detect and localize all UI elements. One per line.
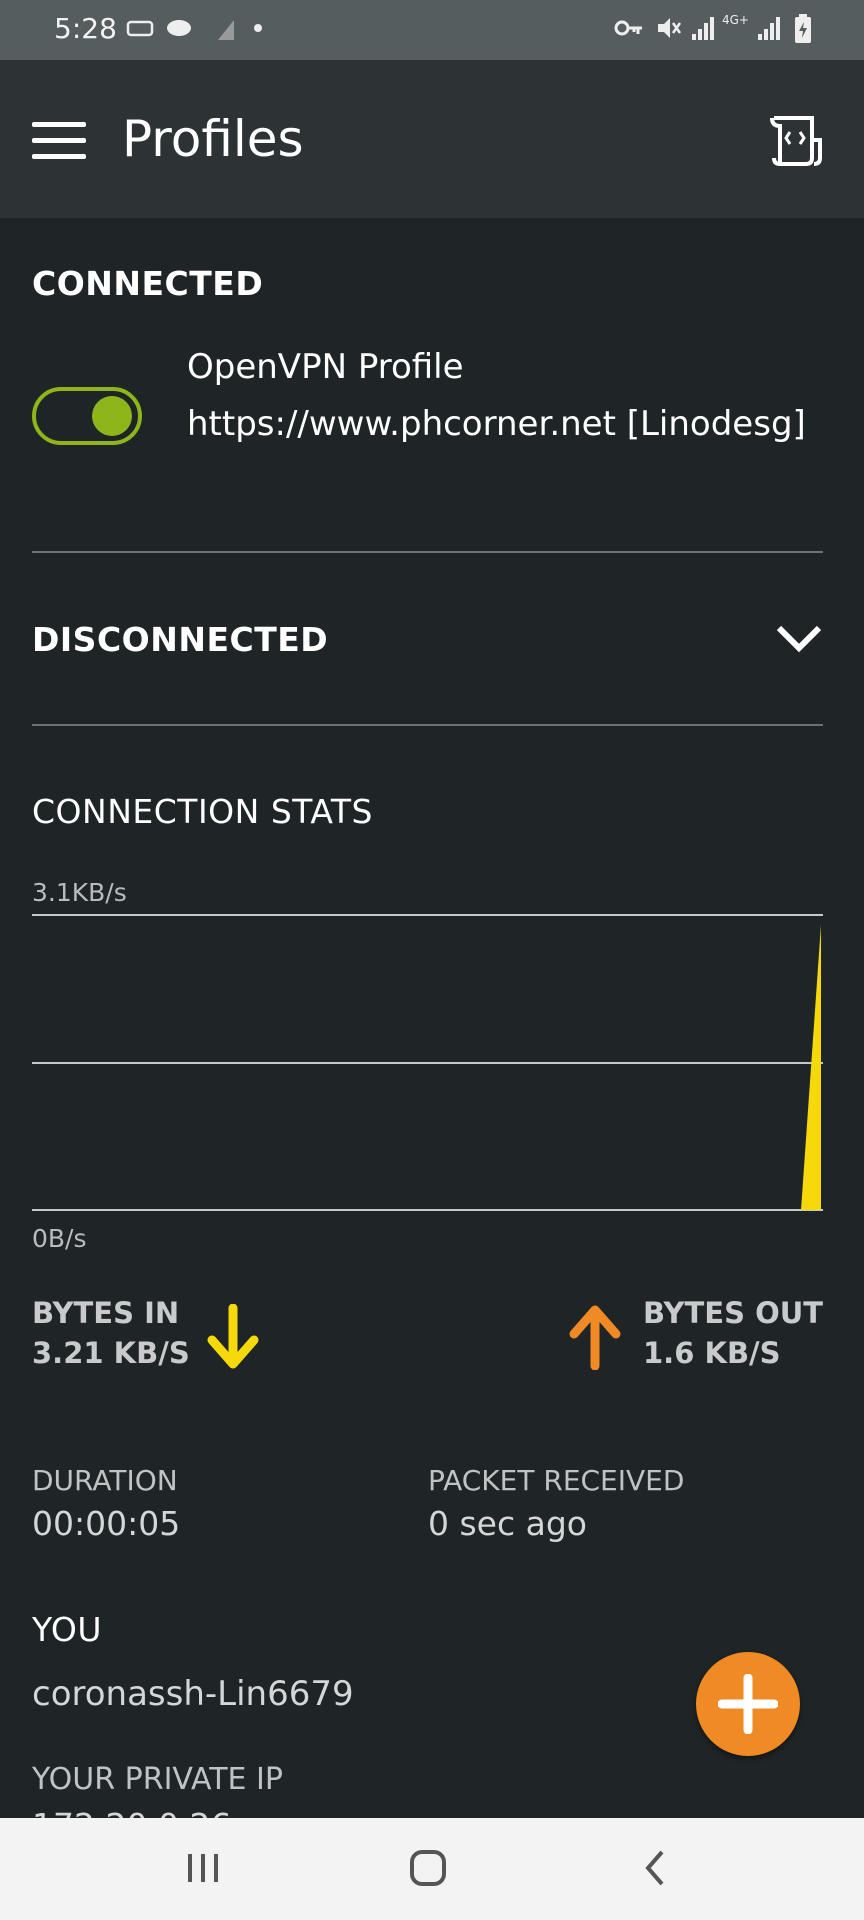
profile-name[interactable]: OpenVPN Profile <box>187 347 464 387</box>
bytes-in-value: 3.21 KB/S <box>32 1336 190 1370</box>
signal-icon-2 <box>758 17 780 40</box>
disconnected-header[interactable]: DISCONNECTED <box>32 620 328 659</box>
bytes-out-label: BYTES OUT <box>643 1296 824 1330</box>
bytes-in-label: BYTES IN <box>32 1296 180 1330</box>
cloud-icon <box>167 20 191 36</box>
chevron-down-icon[interactable] <box>774 618 824 658</box>
username: coronassh-Lin6679 <box>32 1674 354 1714</box>
plus-icon <box>718 1674 778 1734</box>
signal-icon <box>692 17 714 40</box>
traffic-chart <box>32 914 823 1211</box>
stats-header: CONNECTION STATS <box>32 792 373 831</box>
y-min-label: 0B/s <box>32 1224 87 1253</box>
divider <box>32 724 823 726</box>
vpn-key-icon <box>614 20 642 36</box>
private-ip-label: YOUR PRIVATE IP <box>32 1762 283 1797</box>
divider <box>32 551 823 553</box>
network-type: 4G+ <box>722 13 749 27</box>
no-signal-icon <box>218 20 234 40</box>
duration-value: 00:00:05 <box>32 1504 181 1543</box>
add-profile-button[interactable] <box>696 1652 800 1756</box>
duration-label: DURATION <box>32 1464 178 1497</box>
packet-received-label: PACKET RECEIVED <box>428 1464 685 1497</box>
bytes-out-value: 1.6 KB/S <box>643 1336 781 1370</box>
status-bar: 5:28 4G+ <box>0 0 864 60</box>
battery-icon <box>795 14 811 43</box>
import-profile-icon[interactable] <box>768 112 824 168</box>
toggle-knob <box>92 396 132 436</box>
connection-toggle[interactable] <box>32 387 142 445</box>
page-title: Profiles <box>122 110 304 168</box>
series-area-0 <box>32 924 821 1210</box>
packet-received-value: 0 sec ago <box>428 1504 587 1543</box>
recent-apps-icon[interactable] <box>186 1848 220 1888</box>
navigation-bar <box>0 1818 864 1920</box>
y-max-label: 3.1KB/s <box>32 878 127 907</box>
profile-server[interactable]: https://www.phcorner.net [Linodesg] <box>187 402 827 446</box>
back-icon[interactable] <box>640 1848 670 1888</box>
home-icon[interactable] <box>408 1848 448 1888</box>
status-time: 5:28 <box>54 12 117 45</box>
cast-icon <box>126 20 154 37</box>
dot-icon <box>254 24 262 32</box>
menu-icon[interactable] <box>32 122 86 160</box>
mute-icon <box>658 18 682 38</box>
you-header: YOU <box>32 1610 102 1649</box>
connected-header: CONNECTED <box>32 264 264 303</box>
arrow-down-icon <box>207 1304 259 1369</box>
arrow-up-icon <box>569 1305 621 1370</box>
app-bar: Profiles <box>0 60 864 218</box>
